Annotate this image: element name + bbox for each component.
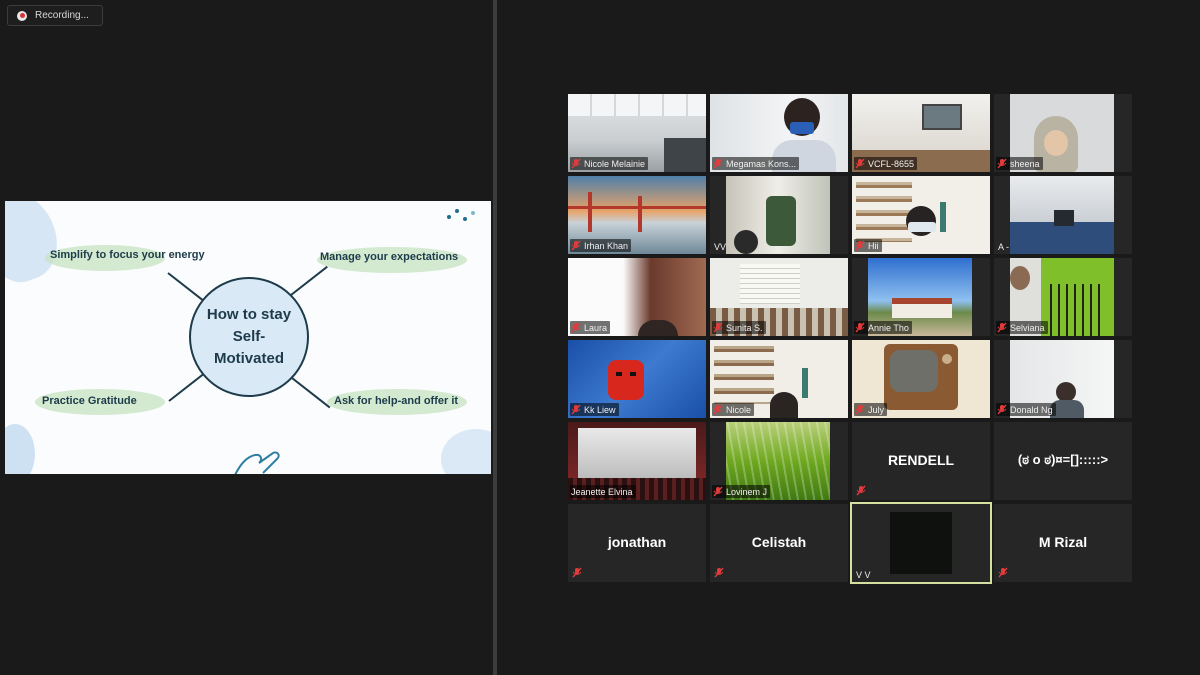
participant-name: Irhan Khan <box>584 240 629 251</box>
muted-mic-icon <box>998 567 1008 578</box>
participant-tile[interactable]: jonathan <box>568 504 706 582</box>
participant-name: VCFL-8655 <box>868 158 915 169</box>
muted-mic-icon <box>855 322 865 333</box>
participant-name: Celistah <box>751 534 807 550</box>
participant-tile[interactable]: Celistah <box>710 504 848 582</box>
participant-name: jonathan <box>607 534 667 550</box>
participant-name: sheena <box>1010 158 1040 169</box>
split-divider[interactable] <box>493 0 497 675</box>
participant-tile[interactable]: A - <box>994 176 1132 254</box>
participant-name: VV <box>714 242 727 252</box>
participant-tile[interactable]: Nicole Melainie <box>568 94 706 172</box>
participant-name: Nicole <box>726 404 752 415</box>
muted-mic-icon <box>713 486 723 497</box>
muted-mic-icon <box>572 567 582 578</box>
muted-mic-icon <box>856 485 866 496</box>
muted-mic-icon <box>714 567 724 578</box>
participant-tile[interactable]: Megamas Kons... <box>710 94 848 172</box>
participant-name: Donald Ng <box>1010 404 1053 415</box>
participant-name: July <box>868 404 885 415</box>
muted-mic-icon <box>571 322 581 333</box>
slide-point-help: Ask for help-and offer it <box>334 395 459 407</box>
participant-name: Laura <box>584 322 608 333</box>
participant-name: Annie Tho <box>868 322 909 333</box>
spoke-line <box>291 377 331 409</box>
participant-tile[interactable]: July <box>852 340 990 418</box>
muted-mic-icon <box>713 322 723 333</box>
meeting-window: Recording... How to stay Self-Motivated … <box>0 0 1200 675</box>
muted-mic-icon <box>713 404 723 415</box>
active-speaker-tile[interactable]: V V <box>850 502 992 584</box>
participant-tile[interactable]: (ಠ o ಠ)¤=[]:::::> <box>994 422 1132 500</box>
participant-name: V V <box>856 570 871 580</box>
watercolor-decoration <box>441 429 491 474</box>
participant-name: A - <box>998 242 1010 252</box>
participant-name: Kk Liew <box>584 404 616 415</box>
participant-tile[interactable]: Jeanette Elvina <box>568 422 706 500</box>
muted-mic-icon <box>855 240 865 251</box>
recording-indicator[interactable]: Recording... <box>7 5 103 26</box>
participant-name: M Rizal <box>1038 534 1088 550</box>
participant-tile[interactable]: Annie Tho <box>852 258 990 336</box>
participant-tile[interactable]: Sunita S. <box>710 258 848 336</box>
slide-point-gratitude: Practice Gratitude <box>42 395 137 407</box>
hand-illustration <box>234 451 280 474</box>
muted-mic-icon <box>997 404 1007 415</box>
participant-tile[interactable]: M Rizal <box>994 504 1132 582</box>
participant-tile[interactable]: Laura <box>568 258 706 336</box>
participant-name: Nicole Melainie <box>584 158 646 169</box>
muted-mic-icon <box>571 240 581 251</box>
participant-tile[interactable]: Kk Liew <box>568 340 706 418</box>
spoke-line <box>168 371 206 402</box>
participant-tile[interactable]: RENDELL <box>852 422 990 500</box>
muted-mic-icon <box>855 158 865 169</box>
participant-tile[interactable]: Nicole <box>710 340 848 418</box>
participant-name: Jeanette Elvina <box>571 486 633 497</box>
slide-center-topic: How to stay Self-Motivated <box>189 277 309 397</box>
recording-label: Recording... <box>35 10 89 21</box>
participant-name: (ಠ o ಠ)¤=[]:::::> <box>1017 452 1109 467</box>
muted-mic-icon <box>571 158 581 169</box>
muted-mic-icon <box>997 322 1007 333</box>
participant-tile[interactable]: Irhan Khan <box>568 176 706 254</box>
participant-tile[interactable]: Hii <box>852 176 990 254</box>
participant-name: Sunita S. <box>726 322 763 333</box>
participant-name: Lovinem J <box>726 486 768 497</box>
record-icon <box>17 10 27 21</box>
participant-name: Hii <box>868 240 879 251</box>
participant-tile[interactable]: Lovinem J <box>710 422 848 500</box>
watercolor-decoration <box>5 201 69 291</box>
participant-tile[interactable]: sheena <box>994 94 1132 172</box>
slide-point-simplify: Simplify to focus your energy <box>50 249 205 261</box>
participant-tile[interactable]: VCFL-8655 <box>852 94 990 172</box>
muted-mic-icon <box>713 158 723 169</box>
participant-name: RENDELL <box>887 452 955 468</box>
muted-mic-icon <box>855 404 865 415</box>
spoke-line <box>167 272 207 304</box>
participant-name: Megamas Kons... <box>726 158 797 169</box>
participant-name: Selviana <box>1010 322 1045 333</box>
dots-decoration <box>443 207 479 227</box>
participant-tile[interactable]: Donald Ng <box>994 340 1132 418</box>
participant-tile[interactable]: VV <box>710 176 848 254</box>
watercolor-decoration <box>5 424 35 474</box>
muted-mic-icon <box>997 158 1007 169</box>
video-feed <box>890 512 952 574</box>
muted-mic-icon <box>571 404 581 415</box>
spoke-line <box>290 265 328 296</box>
participant-tile[interactable]: Selviana <box>994 258 1132 336</box>
shared-screen-slide: How to stay Self-Motivated Simplify to f… <box>5 201 491 474</box>
slide-point-expectations: Manage your expectations <box>320 251 459 263</box>
